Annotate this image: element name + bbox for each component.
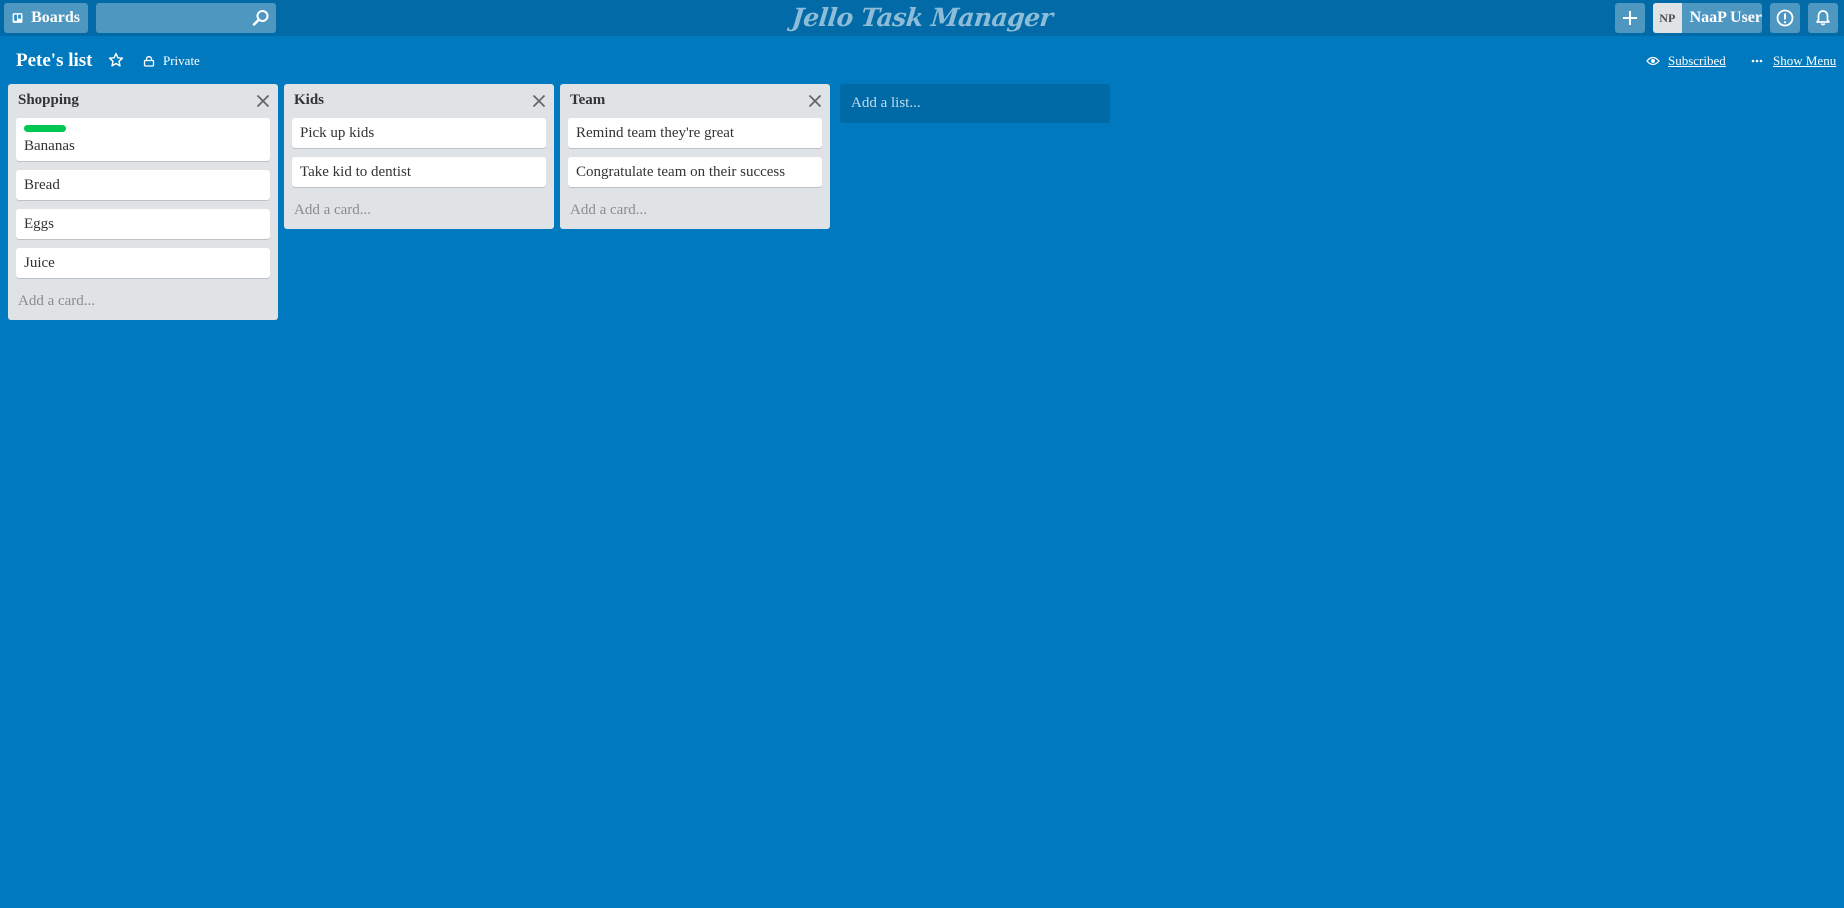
list-team: Team Remind team they're great Congratul… (560, 84, 830, 229)
eye-icon (1646, 56, 1660, 66)
list-title[interactable]: Shopping (18, 92, 79, 109)
lock-icon (143, 56, 155, 67)
app-logo[interactable]: Jello Task Manager (790, 0, 1054, 36)
close-icon[interactable] (256, 94, 270, 108)
card-text: Eggs (24, 216, 54, 232)
list-kids: Kids Pick up kids Take kid to dentist Ad… (284, 84, 554, 229)
add-card-button[interactable]: Add a card... (16, 287, 270, 312)
card[interactable]: Remind team they're great (568, 118, 822, 148)
close-icon[interactable] (808, 94, 822, 108)
user-menu-button[interactable]: NP NaaP User (1653, 3, 1762, 33)
visibility-button[interactable]: Private (143, 51, 200, 71)
info-button[interactable] (1770, 3, 1800, 33)
card[interactable]: Bread (16, 170, 270, 200)
bell-icon (1816, 10, 1830, 26)
card-text: Remind team they're great (576, 125, 735, 141)
close-icon[interactable] (532, 94, 546, 108)
list-header: Kids (292, 84, 546, 118)
list-title[interactable]: Team (570, 92, 605, 109)
boards-button[interactable]: Boards (4, 3, 88, 33)
board-title[interactable]: Pete's list (16, 49, 93, 73)
subscribed-button[interactable]: Subscribed (1646, 51, 1726, 71)
add-card-button[interactable]: Add a card... (292, 196, 546, 221)
search-icon[interactable] (252, 9, 270, 27)
subscribed-label: Subscribed (1668, 53, 1726, 68)
app-logo-wrap: Jello Task Manager (0, 0, 1844, 36)
card-text: Congratulate team on their success (576, 164, 786, 180)
top-header: Boards Jello Task Manager NP NaaP User (0, 0, 1844, 36)
card[interactable]: Juice (16, 248, 270, 278)
card[interactable]: Congratulate team on their success (568, 157, 822, 187)
card[interactable]: Eggs (16, 209, 270, 239)
card-text: Take kid to dentist (300, 164, 412, 180)
card[interactable]: Take kid to dentist (292, 157, 546, 187)
more-icon (1751, 59, 1763, 63)
list-header: Shopping (16, 84, 270, 118)
card-text: Bread (24, 177, 60, 193)
plus-icon (1623, 11, 1637, 25)
show-menu-button[interactable]: Show Menu (1751, 51, 1836, 71)
card-label-green (24, 125, 66, 132)
notifications-button[interactable] (1808, 3, 1838, 33)
add-list-button[interactable]: Add a list... (840, 84, 1110, 123)
card[interactable]: Bananas (16, 118, 270, 161)
boards-label: Boards (31, 9, 80, 26)
show-menu-label: Show Menu (1773, 53, 1837, 68)
add-button[interactable] (1615, 3, 1645, 33)
card-text: Pick up kids (300, 125, 375, 141)
avatar: NP (1653, 3, 1682, 33)
star-icon[interactable] (108, 52, 124, 68)
search-box[interactable] (96, 3, 276, 33)
list-header: Team (568, 84, 822, 118)
boards-icon (12, 13, 23, 23)
list-shopping: Shopping Bananas Bread Eggs Juice Add a … (8, 84, 278, 320)
card[interactable]: Pick up kids (292, 118, 546, 148)
info-icon (1776, 9, 1794, 27)
card-text: Juice (24, 255, 55, 271)
add-card-button[interactable]: Add a card... (568, 196, 822, 221)
search-input[interactable] (96, 3, 246, 33)
user-name: NaaP User (1689, 9, 1762, 26)
card-text: Bananas (24, 138, 75, 154)
list-title[interactable]: Kids (294, 92, 324, 109)
visibility-label: Private (163, 53, 200, 68)
